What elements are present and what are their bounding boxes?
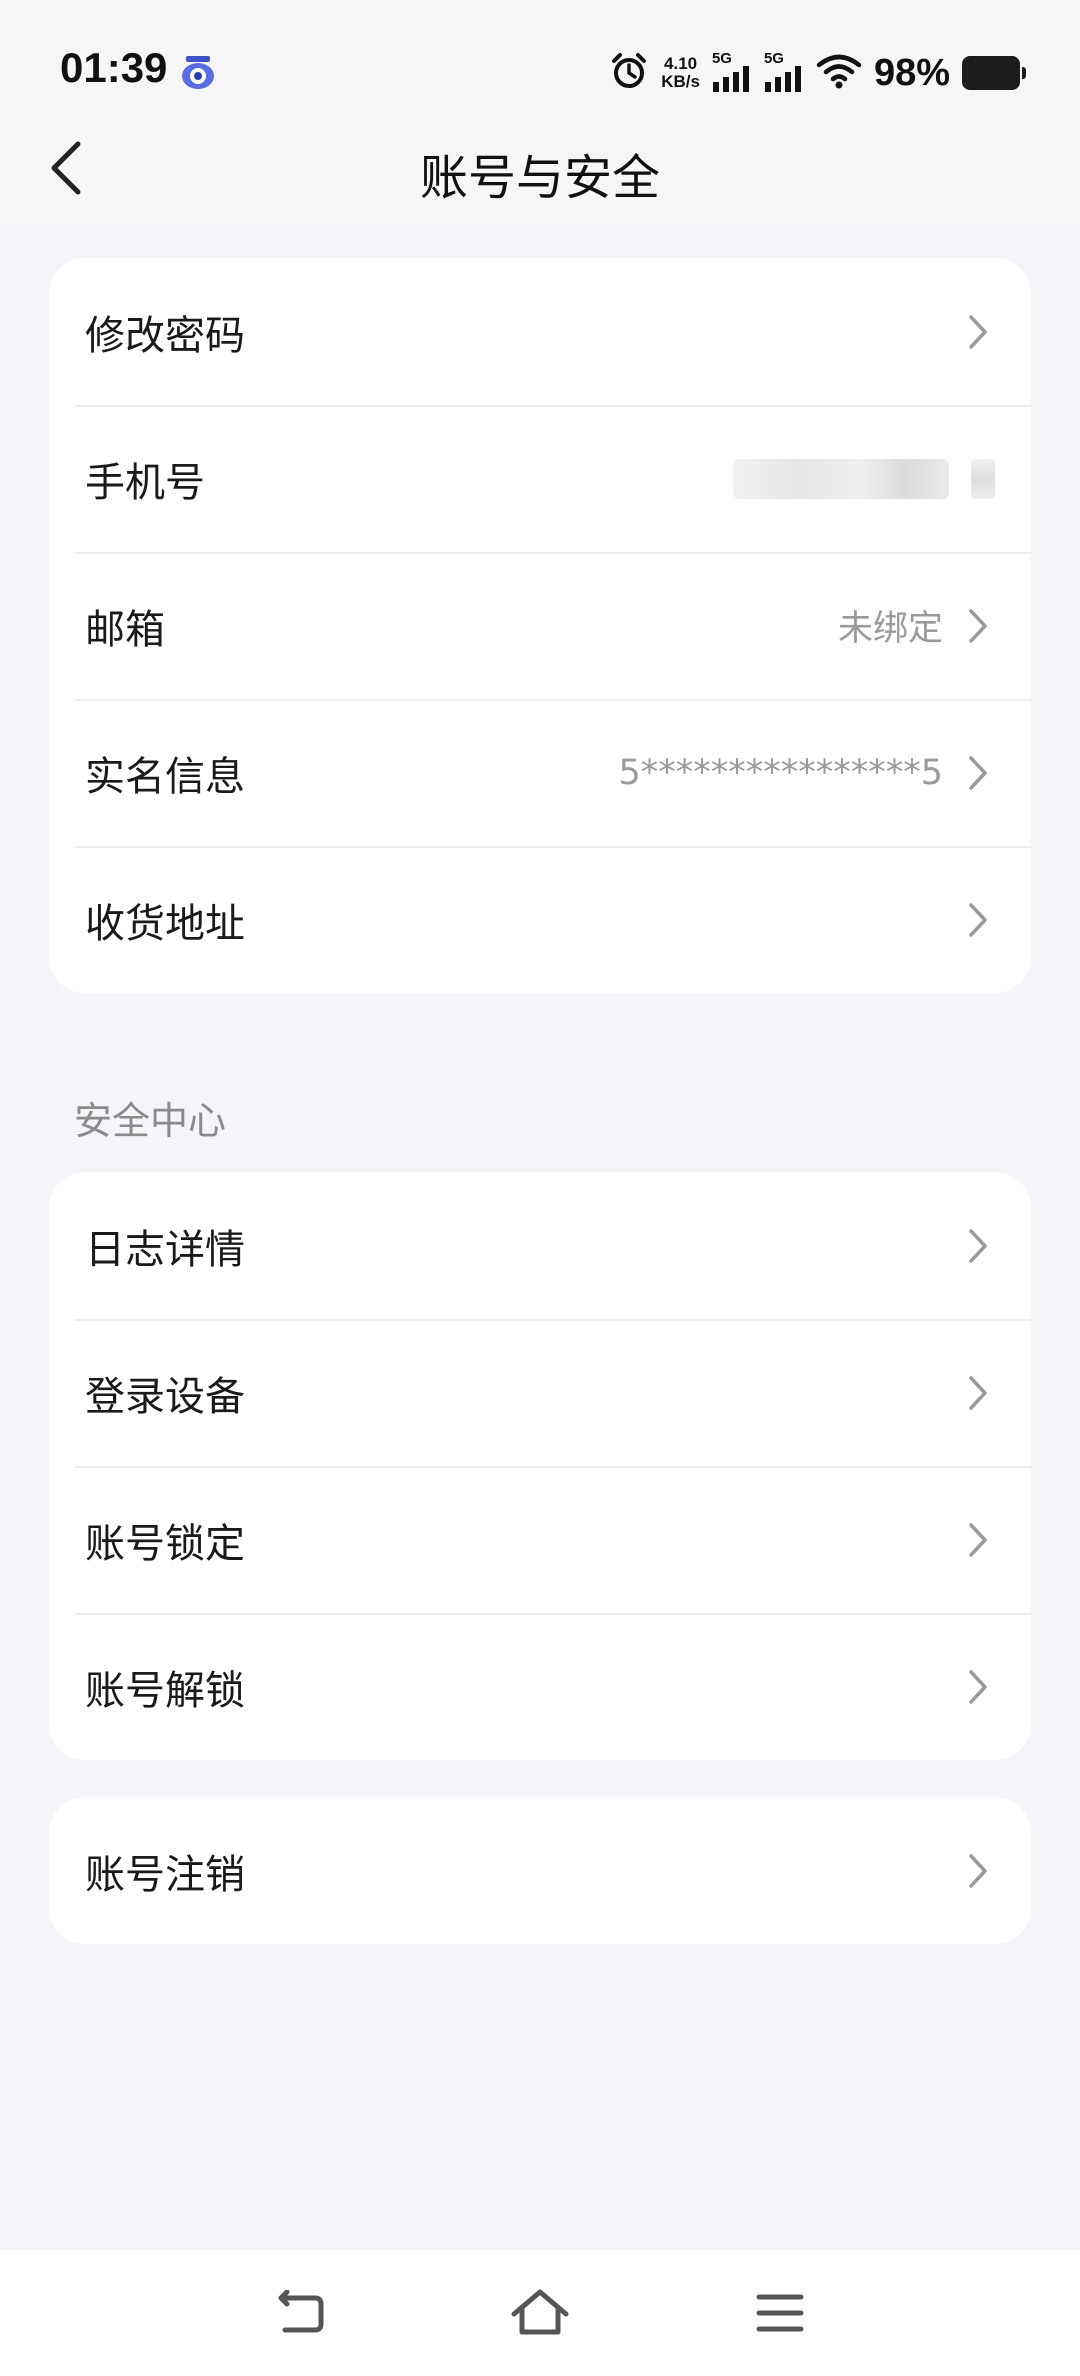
chevron-right-icon — [965, 1667, 995, 1707]
section-title-security-center: 安全中心 — [74, 1099, 227, 1143]
nav-home-button[interactable] — [500, 2280, 580, 2350]
menu-icon — [755, 2292, 805, 2338]
nav-menu-button[interactable] — [740, 2280, 820, 2350]
signal-1-label: 5G — [711, 49, 732, 67]
email-status: 未绑定 — [837, 609, 943, 649]
chevron-right-icon — [965, 606, 995, 646]
battery-icon — [962, 56, 1026, 90]
change-password-row[interactable]: 修改密码 — [49, 258, 1031, 405]
chevron-right-icon — [965, 753, 995, 793]
page-title: 账号与安全 — [419, 150, 660, 206]
account-unlock-row[interactable]: 账号解锁 — [49, 1613, 1031, 1760]
account-card: 修改密码 手机号 邮箱 未绑定 实名信息 5****************5 — [49, 258, 1031, 993]
phone-number-redacted — [733, 458, 995, 499]
login-devices-row[interactable]: 登录设备 — [49, 1319, 1031, 1466]
phone-number-row[interactable]: 手机号 — [49, 405, 1031, 552]
email-row[interactable]: 邮箱 未绑定 — [49, 552, 1031, 699]
row-label: 登录设备 — [85, 1373, 245, 1420]
row-label: 日志详情 — [85, 1226, 245, 1273]
shipping-address-row[interactable]: 收货地址 — [49, 846, 1031, 993]
signal-1: 5G — [712, 51, 752, 96]
real-name-info-row[interactable]: 实名信息 5****************5 — [49, 699, 1031, 846]
chevron-right-icon — [965, 1520, 995, 1560]
status-time: 01:39 — [60, 44, 168, 91]
chevron-right-icon — [965, 1373, 995, 1413]
screen: 01:39 4.10 KB/s 5G 5G 98% 账号与安全 修改密码 手机号… — [0, 0, 1080, 2376]
row-label: 账号锁定 — [85, 1520, 245, 1567]
row-label: 手机号 — [85, 459, 205, 506]
header: 账号与安全 — [0, 120, 1080, 220]
redacted-block — [733, 458, 949, 499]
net-speed-unit: KB/s — [661, 72, 700, 91]
net-speed: 4.10 KB/s — [661, 55, 700, 91]
row-label: 修改密码 — [85, 312, 245, 359]
row-label: 实名信息 — [85, 753, 245, 800]
home-icon — [510, 2288, 570, 2342]
chevron-right-icon — [965, 1851, 995, 1891]
signal-2-label: 5G — [763, 49, 784, 67]
nav-back-button[interactable] — [260, 2280, 340, 2350]
redacted-block — [971, 458, 995, 499]
row-label: 账号解锁 — [85, 1667, 245, 1714]
log-details-row[interactable]: 日志详情 — [49, 1172, 1031, 1319]
row-label: 收货地址 — [85, 900, 245, 947]
chevron-right-icon — [965, 900, 995, 940]
signal-icon — [712, 65, 752, 96]
id-masked-value: 5****************5 — [618, 752, 943, 793]
app-badge-icon — [178, 52, 218, 92]
deactivate-card: 账号注销 — [49, 1797, 1031, 1944]
account-lock-row[interactable]: 账号锁定 — [49, 1466, 1031, 1613]
signal-2: 5G — [764, 51, 804, 96]
security-center-card: 日志详情 登录设备 账号锁定 账号解锁 — [49, 1172, 1031, 1760]
wifi-icon — [816, 53, 862, 93]
system-nav-bar — [0, 2250, 1080, 2376]
signal-icon — [764, 65, 804, 96]
row-label: 邮箱 — [85, 606, 165, 653]
chevron-right-icon — [965, 1226, 995, 1266]
account-deactivate-row[interactable]: 账号注销 — [49, 1797, 1031, 1944]
battery-percent: 98% — [873, 51, 950, 94]
net-speed-value: 4.10 — [664, 54, 698, 73]
alarm-icon — [609, 51, 649, 95]
status-icons: 4.10 KB/s 5G 5G 98% — [609, 46, 1026, 100]
row-label: 账号注销 — [85, 1851, 245, 1898]
back-nav-icon — [273, 2289, 327, 2340]
chevron-right-icon — [965, 312, 995, 352]
